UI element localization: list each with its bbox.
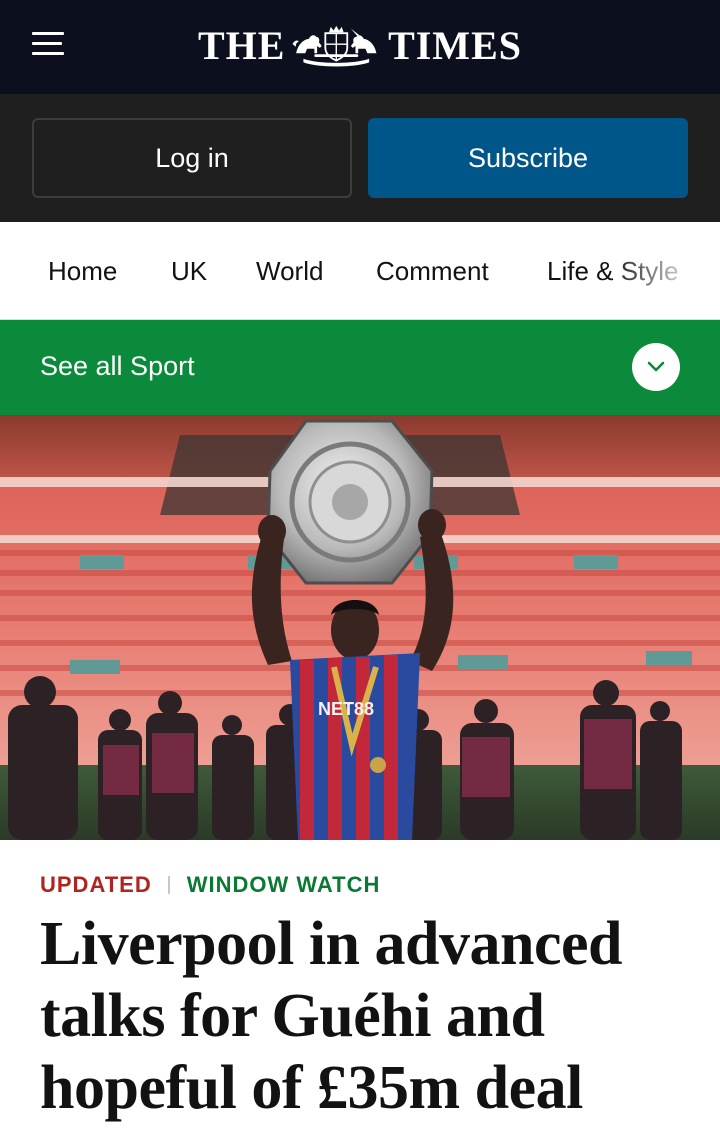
- expand-sport-button[interactable]: [632, 343, 680, 391]
- logo-word-times: TIMES: [388, 23, 522, 68]
- royal-crest-icon: [292, 25, 377, 67]
- see-all-sport-bar[interactable]: See all Sport: [0, 320, 720, 415]
- nav-item-life-style[interactable]: Life & Style: [547, 256, 679, 287]
- nav-item-uk[interactable]: UK: [171, 256, 207, 287]
- login-button[interactable]: Log in: [32, 118, 352, 198]
- masthead: THE TIMES: [0, 0, 720, 94]
- chevron-down-icon: [647, 361, 665, 372]
- hero-image[interactable]: NET88: [0, 415, 720, 840]
- article-kicker: UPDATED WINDOW WATCH: [40, 871, 380, 899]
- logo-word-the: THE: [198, 23, 286, 68]
- kicker-divider: [167, 876, 170, 894]
- updated-label: UPDATED: [40, 872, 152, 897]
- shirt-sponsor-text: NET88: [318, 699, 374, 719]
- section-tag-window-watch[interactable]: WINDOW WATCH: [187, 872, 381, 898]
- nav-item-comment[interactable]: Comment: [376, 256, 489, 287]
- account-bar: Log in Subscribe: [0, 94, 720, 222]
- nav-item-world[interactable]: World: [256, 256, 323, 287]
- see-all-sport-label: See all Sport: [40, 351, 195, 381]
- site-logo[interactable]: THE TIMES: [198, 22, 522, 70]
- subscribe-button[interactable]: Subscribe: [368, 118, 688, 198]
- section-nav: Home UK World Comment Life & Style: [0, 222, 720, 320]
- article-headline: Liverpool in advanced talks for Guéhi an…: [40, 910, 623, 1122]
- hamburger-menu-icon[interactable]: [32, 31, 68, 57]
- nav-item-home[interactable]: Home: [48, 256, 117, 287]
